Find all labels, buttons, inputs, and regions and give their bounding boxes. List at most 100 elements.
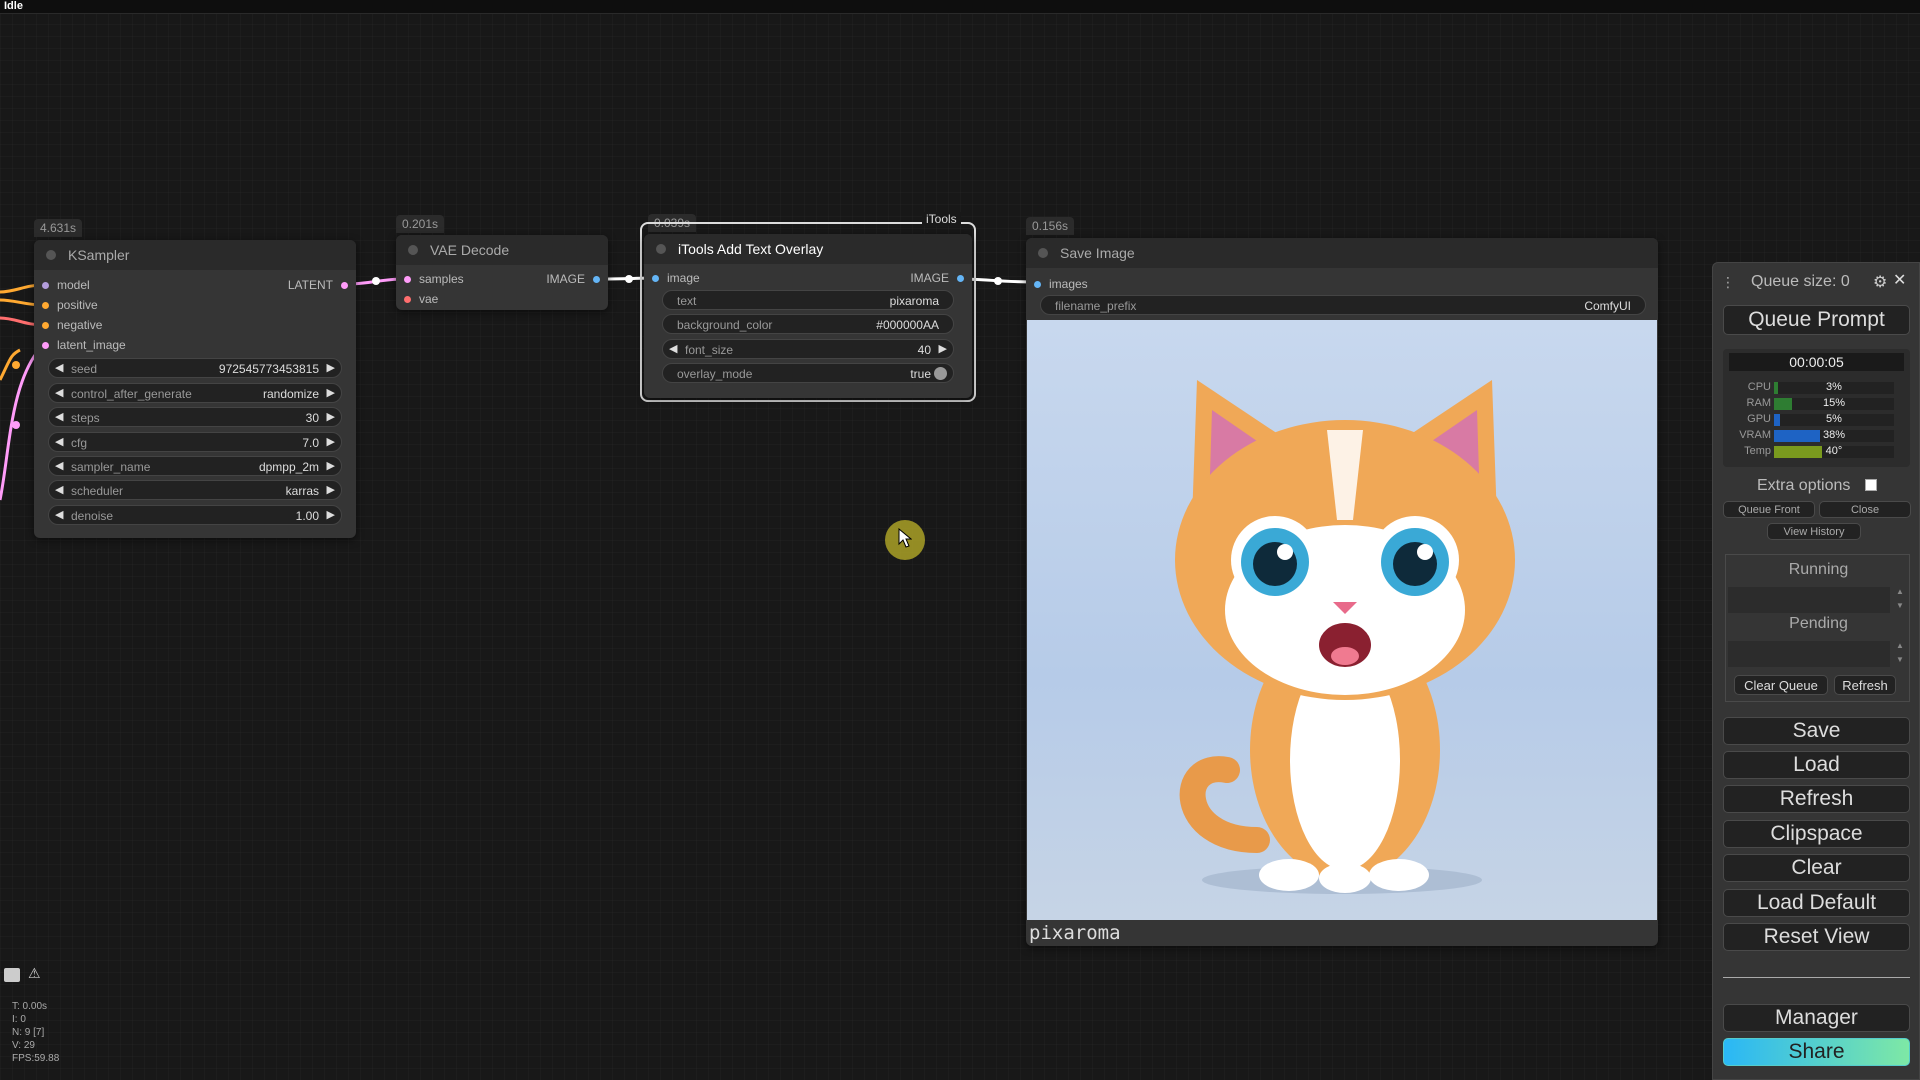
arrow-left-icon[interactable]: ◀ — [55, 410, 63, 423]
widget-value: 972545773453815 — [218, 362, 319, 376]
pending-list[interactable] — [1728, 641, 1890, 667]
slot-row-image: image IMAGE — [644, 268, 972, 288]
scroll-down-icon[interactable]: ▼ — [1896, 655, 1904, 664]
widget-label: steps — [71, 411, 100, 425]
arrow-right-icon[interactable]: ▶ — [327, 459, 335, 472]
extra-options-checkbox[interactable] — [1865, 479, 1877, 491]
widget-cfg[interactable]: ◀ cfg 7.0 ▶ — [48, 432, 342, 452]
queue-front-button[interactable]: Queue Front — [1723, 501, 1815, 518]
reset-view-button[interactable]: Reset View — [1723, 923, 1910, 951]
output-slot-icon[interactable] — [341, 281, 348, 289]
ksampler-title-bar[interactable]: KSampler — [34, 240, 356, 270]
collapse-dot-icon[interactable] — [656, 244, 666, 254]
widget-denoise[interactable]: ◀ denoise 1.00 ▶ — [48, 505, 342, 525]
pending-label: Pending — [1789, 615, 1848, 632]
menu-list-icon[interactable] — [4, 968, 20, 982]
scroll-up-icon[interactable]: ▲ — [1896, 641, 1904, 650]
input-slot-icon[interactable] — [404, 295, 411, 303]
widget-steps[interactable]: ◀ steps 30 ▶ — [48, 407, 342, 427]
widget-overlay-mode[interactable]: overlay_mode true — [662, 363, 954, 383]
close-icon[interactable]: ✕ — [1893, 270, 1906, 290]
arrow-left-icon[interactable]: ◀ — [669, 342, 677, 355]
widget-seed[interactable]: ◀ seed 972545773453815 ▶ — [48, 358, 342, 378]
widget-text[interactable]: text pixaroma — [662, 290, 954, 310]
load-button[interactable]: Load — [1723, 751, 1910, 779]
widget-sampler-name[interactable]: ◀ sampler_name dpmpp_2m ▶ — [48, 456, 342, 476]
refresh-queue-button[interactable]: Refresh — [1834, 675, 1896, 695]
gear-icon[interactable]: ⚙ — [1873, 272, 1887, 292]
widget-label: control_after_generate — [71, 387, 192, 401]
arrow-right-icon[interactable]: ▶ — [327, 361, 335, 374]
view-history-button[interactable]: View History — [1767, 523, 1861, 540]
widget-value: dpmpp_2m — [258, 460, 319, 474]
vae-decode-title-bar[interactable]: VAE Decode — [396, 235, 608, 265]
queue-size: Queue size: 0 — [1751, 273, 1850, 290]
arrow-right-icon[interactable]: ▶ — [327, 508, 335, 521]
widget-font-size[interactable]: ◀ font_size 40 ▶ — [662, 339, 954, 359]
refresh-button[interactable]: Refresh — [1723, 785, 1910, 813]
arrow-left-icon[interactable]: ◀ — [55, 459, 63, 472]
overlay-title-bar[interactable]: iTools Add Text Overlay — [644, 234, 972, 264]
input-slot-icon[interactable] — [404, 275, 411, 283]
cat-image — [1175, 380, 1515, 894]
widget-label: font_size — [685, 343, 734, 357]
input-slot-icon[interactable] — [42, 301, 49, 309]
arrow-right-icon[interactable]: ▶ — [327, 483, 335, 496]
vae-decode-exec-time: 0.201s — [396, 215, 445, 233]
save-button[interactable]: Save — [1723, 717, 1910, 745]
arrow-right-icon[interactable]: ▶ — [939, 342, 947, 355]
ksampler-exec-time: 4.631s — [34, 219, 83, 237]
ksampler-node[interactable]: KSampler model LATENT positive negative … — [34, 240, 356, 538]
widget-filename-prefix[interactable]: filename_prefix ComfyUI — [1040, 295, 1646, 315]
arrow-right-icon[interactable]: ▶ — [327, 435, 335, 448]
close-button[interactable]: Close — [1819, 501, 1911, 518]
clear-queue-button[interactable]: Clear Queue — [1734, 675, 1828, 695]
running-list[interactable] — [1728, 587, 1890, 613]
text-overlay-node[interactable]: iTools Add Text Overlay image IMAGE text… — [644, 234, 972, 398]
widget-control-after-generate[interactable]: ◀ control_after_generate randomize ▶ — [48, 383, 342, 403]
input-slot-icon[interactable] — [42, 281, 49, 289]
vae-decode-node[interactable]: VAE Decode samples IMAGE vae — [396, 235, 608, 310]
toggle-icon[interactable] — [934, 367, 947, 380]
scroll-down-icon[interactable]: ▼ — [1896, 601, 1904, 610]
share-button[interactable]: Share — [1723, 1038, 1910, 1066]
input-slot-icon[interactable] — [1034, 280, 1041, 288]
slot-row-negative: negative — [34, 315, 356, 335]
output-slot-icon[interactable] — [957, 274, 964, 282]
arrow-right-icon[interactable]: ▶ — [327, 386, 335, 399]
widget-value: ComfyUI — [1584, 299, 1631, 313]
bell-icon[interactable]: ⚠ — [28, 965, 41, 982]
input-slot-icon[interactable] — [42, 321, 49, 329]
slot-row-model: model LATENT — [34, 275, 356, 295]
save-image-node[interactable]: Save Image images filename_prefix ComfyU… — [1026, 238, 1658, 946]
arrow-right-icon[interactable]: ▶ — [327, 410, 335, 423]
scroll-up-icon[interactable]: ▲ — [1896, 587, 1904, 596]
clipspace-button[interactable]: Clipspace — [1723, 820, 1910, 848]
monitor-value: 38% — [1822, 429, 1846, 441]
monitor-label: RAM — [1746, 397, 1771, 409]
arrow-left-icon[interactable]: ◀ — [55, 386, 63, 399]
collapse-dot-icon[interactable] — [1038, 248, 1048, 258]
collapse-dot-icon[interactable] — [46, 250, 56, 260]
load-default-button[interactable]: Load Default — [1723, 889, 1910, 917]
arrow-left-icon[interactable]: ◀ — [55, 483, 63, 496]
slot-row-vae: vae — [396, 289, 608, 309]
save-image-title-bar[interactable]: Save Image — [1026, 238, 1658, 268]
arrow-left-icon[interactable]: ◀ — [55, 361, 63, 374]
input-label: latent_image — [57, 338, 126, 352]
input-slot-icon[interactable] — [652, 274, 659, 282]
drag-handle-icon[interactable]: ⋮ — [1721, 274, 1735, 291]
collapse-dot-icon[interactable] — [408, 245, 418, 255]
widget-scheduler[interactable]: ◀ scheduler karras ▶ — [48, 480, 342, 500]
widget-background-color[interactable]: background_color #000000AA — [662, 314, 954, 334]
clear-button[interactable]: Clear — [1723, 854, 1910, 882]
arrow-left-icon[interactable]: ◀ — [55, 508, 63, 521]
input-slot-icon[interactable] — [42, 341, 49, 349]
image-caption: pixaroma — [1029, 922, 1121, 944]
manager-button[interactable]: Manager — [1723, 1004, 1910, 1032]
arrow-left-icon[interactable]: ◀ — [55, 435, 63, 448]
image-preview[interactable] — [1027, 320, 1657, 920]
output-slot-icon[interactable] — [593, 275, 600, 283]
output-label: IMAGE — [910, 271, 949, 285]
queue-prompt-button[interactable]: Queue Prompt — [1723, 305, 1910, 335]
